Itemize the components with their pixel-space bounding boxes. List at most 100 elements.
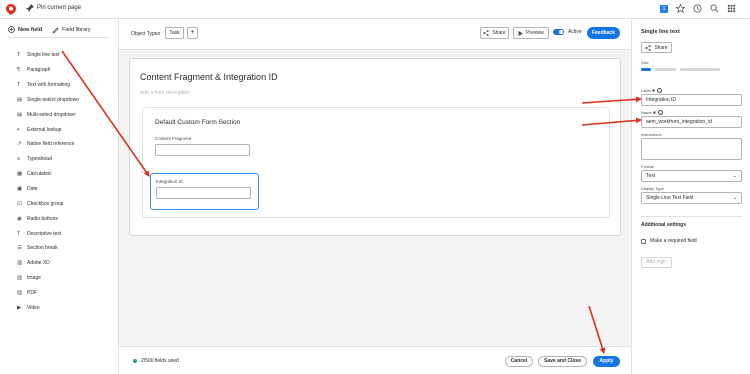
label-label-text: Label ✱ bbox=[641, 88, 656, 93]
size-option-small[interactable] bbox=[641, 68, 651, 71]
form-toolbar: Object Types Task + Share Preview Active… bbox=[119, 19, 631, 50]
size-option-large[interactable] bbox=[680, 68, 720, 71]
notification-badge[interactable]: 1 bbox=[660, 4, 668, 13]
field-type-item[interactable]: ◉ Radio buttons bbox=[17, 211, 79, 226]
display-type-value: Single Line Text Field bbox=[646, 195, 694, 201]
field-type-item[interactable]: ◐ External lookup bbox=[17, 122, 79, 137]
required-field-label: Make a required field bbox=[650, 238, 697, 244]
feedback-button[interactable]: Feedback bbox=[587, 27, 620, 39]
reference-icon: ↗ bbox=[17, 141, 22, 148]
field-type-label: External lookup bbox=[27, 126, 62, 133]
cancel-button[interactable]: Cancel bbox=[505, 356, 533, 367]
checkbox-icon: ☑ bbox=[17, 200, 22, 207]
field-type-label: Date bbox=[27, 186, 38, 193]
field-type-label: Multi-select dropdown bbox=[27, 111, 76, 118]
field-type-item[interactable]: ☰ Section break bbox=[17, 241, 79, 256]
name-label-text: Name ✱ bbox=[641, 110, 657, 115]
field-type-item[interactable]: T Descriptive text bbox=[17, 226, 79, 241]
required-field-checkbox[interactable]: Make a required field bbox=[641, 238, 697, 244]
image-icon: ▨ bbox=[17, 275, 23, 282]
video-icon: ▶ bbox=[17, 304, 22, 311]
field-type-label: Paragraph bbox=[27, 67, 51, 74]
name-input[interactable]: aem_workfront_integration_id bbox=[641, 116, 742, 128]
field-type-item[interactable]: ▥ Adobe XD bbox=[17, 256, 79, 271]
calculator-icon: ▦ bbox=[17, 171, 23, 178]
content-fragment-input[interactable] bbox=[155, 144, 250, 156]
section-title[interactable]: Default Custom Form Section bbox=[155, 119, 240, 126]
field-type-label: Native field reference bbox=[27, 141, 75, 148]
calendar-icon: ▣ bbox=[17, 186, 23, 193]
pin-current-page[interactable]: Pin current page bbox=[26, 4, 81, 12]
field-type-item[interactable]: ▤ Multi-select dropdown bbox=[17, 107, 79, 122]
dropdown-icon: ▤ bbox=[17, 96, 23, 103]
field-type-item[interactable]: ▣ Date bbox=[17, 182, 79, 197]
panel-title: Single line text bbox=[641, 29, 680, 35]
field-type-list: T Single line text ¶ Paragraph T Text with … bbox=[17, 48, 79, 315]
field-type-item[interactable]: ≡ Typeahead bbox=[17, 152, 79, 167]
field-type-item[interactable]: ▨ Image bbox=[17, 271, 79, 286]
size-selector[interactable] bbox=[641, 68, 720, 71]
form-title[interactable]: Content Fragment & Integration ID bbox=[140, 72, 278, 82]
status-dot-icon bbox=[133, 359, 137, 363]
paragraph-icon: ¶ bbox=[17, 67, 20, 74]
field-type-label: PDF bbox=[27, 289, 37, 296]
checkbox-icon[interactable] bbox=[641, 238, 646, 244]
radio-icon: ◉ bbox=[17, 215, 22, 222]
chevron-down-icon: ⌄ bbox=[732, 173, 737, 179]
field-properties-panel: Single line text Share Size Label ✱ i In… bbox=[631, 19, 750, 374]
tabs-divider bbox=[8, 37, 109, 38]
field-type-label: Single-select dropdown bbox=[27, 96, 79, 103]
info-icon[interactable]: i bbox=[657, 88, 663, 93]
active-toggle[interactable] bbox=[553, 29, 564, 35]
name-field-label: Name ✱ i bbox=[641, 110, 664, 115]
integration-id-input[interactable] bbox=[156, 187, 251, 199]
save-and-close-button[interactable]: Save and Close bbox=[538, 356, 587, 367]
form-section[interactable]: Default Custom Form Section Content Frag… bbox=[142, 107, 610, 218]
format-value: Text bbox=[646, 173, 656, 179]
field-type-item[interactable]: ▧ PDF bbox=[17, 286, 79, 301]
apply-button[interactable]: Apply bbox=[593, 356, 620, 367]
field-share-button[interactable]: Share bbox=[641, 42, 672, 53]
integration-id-field[interactable]: Integration ID bbox=[150, 173, 259, 210]
field-type-label: Image bbox=[27, 275, 41, 282]
typeahead-icon: ≡ bbox=[17, 156, 21, 163]
field-label: Integration ID bbox=[156, 179, 184, 184]
format-select[interactable]: Text ⌄ bbox=[641, 170, 742, 182]
display-type-select[interactable]: Single Line Text Field ⌄ bbox=[641, 192, 742, 204]
recent-history-icon[interactable] bbox=[693, 4, 702, 13]
field-type-item[interactable]: T Single line text bbox=[17, 48, 79, 63]
field-type-label: Section break bbox=[27, 245, 58, 252]
add-circle-icon bbox=[8, 26, 15, 33]
size-option-medium[interactable] bbox=[655, 68, 676, 71]
object-type-task-tag[interactable]: Task bbox=[165, 27, 184, 39]
field-type-item[interactable]: ▦ Calculated bbox=[17, 167, 79, 182]
field-type-item[interactable]: T Text with formatting bbox=[17, 78, 79, 93]
rich-text-icon: T bbox=[17, 82, 21, 89]
star-icon[interactable] bbox=[676, 4, 685, 13]
content-fragment-field[interactable]: Content Fragment bbox=[155, 136, 250, 156]
field-type-item[interactable]: ▤ Single-select dropdown bbox=[17, 93, 79, 108]
field-type-label: Radio buttons bbox=[27, 215, 58, 222]
size-label: Size bbox=[641, 60, 649, 65]
tab-field-library-label: Field library bbox=[62, 27, 91, 33]
active-label: Active bbox=[568, 29, 582, 35]
info-icon[interactable]: i bbox=[658, 110, 664, 115]
preview-button[interactable]: Preview bbox=[513, 27, 549, 39]
share-button[interactable]: Share bbox=[480, 27, 509, 39]
field-type-item[interactable]: ▶ Video bbox=[17, 300, 79, 315]
form-description-placeholder[interactable]: Add a form description bbox=[140, 90, 190, 96]
app-logo-icon[interactable] bbox=[6, 4, 16, 15]
tab-new-field-label: New field bbox=[18, 26, 43, 33]
label-input[interactable]: Integration ID bbox=[641, 94, 742, 106]
instructions-textarea[interactable] bbox=[641, 138, 742, 160]
field-type-item[interactable]: ☑ Checkbox group bbox=[17, 196, 79, 211]
add-logic-button[interactable]: Add logic bbox=[641, 257, 672, 268]
active-switch[interactable]: Active bbox=[553, 29, 582, 35]
field-type-item[interactable]: ¶ Paragraph bbox=[17, 63, 79, 78]
display-type-label: Display Type bbox=[641, 186, 664, 191]
field-type-label: Video bbox=[27, 304, 40, 311]
apps-grid-icon[interactable] bbox=[727, 4, 736, 13]
add-object-type-button[interactable]: + bbox=[187, 27, 198, 39]
search-icon[interactable] bbox=[710, 4, 719, 13]
field-type-item[interactable]: ↗ Native field reference bbox=[17, 137, 79, 152]
